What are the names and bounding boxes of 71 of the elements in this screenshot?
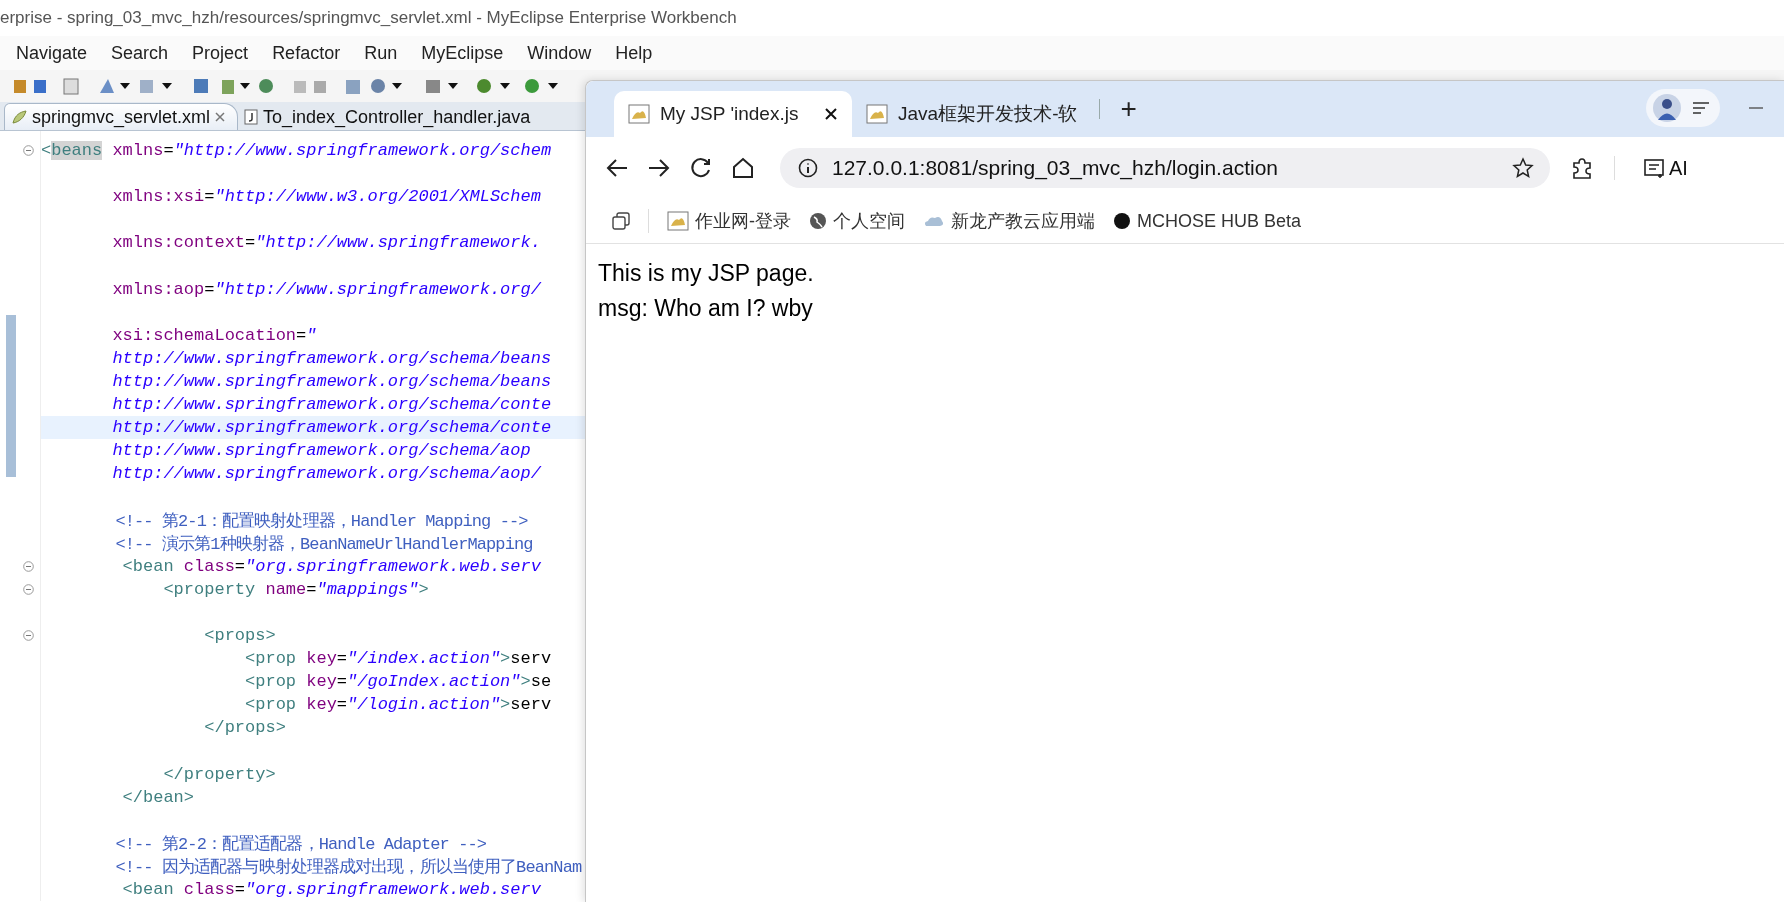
code-line: http://www.springframework.org/schema/aop/ <box>111 464 541 484</box>
code-line: xmlns:context="http://www.springframework. <box>111 233 541 253</box>
menu-item[interactable]: Navigate <box>14 40 90 66</box>
code-line: <!-- 第2-1：配置映射处理器，Handler Mapping --> <box>114 510 528 532</box>
code-line: <props> <box>203 626 276 645</box>
page-text: msg: Who am I? wby <box>598 294 814 323</box>
code-line: http://www.springframework.org/schema/beans <box>111 348 552 368</box>
menu-item[interactable]: Help <box>613 40 655 66</box>
profile-button[interactable] <box>1646 89 1720 127</box>
menu-icon <box>1692 101 1710 115</box>
code-line: <!-- 因为适配器与映射处理器成对出现，所以当使用了BeanNam <box>114 856 582 878</box>
reload-icon[interactable] <box>690 157 712 179</box>
collapse-icon[interactable] <box>23 583 34 595</box>
site-icon <box>866 104 888 124</box>
page-text: This is my JSP page. <box>598 259 815 288</box>
collapse-icon[interactable] <box>23 630 34 641</box>
leaf-icon <box>11 109 27 125</box>
bookmark-link[interactable]: 新龙产教云应用端 <box>923 209 1095 233</box>
new-tab-button[interactable]: + <box>1114 93 1143 125</box>
document-icon <box>1643 157 1665 179</box>
address-bar[interactable]: 127.0.0.1:8081/spring_03_mvc_hzh/login.action <box>780 148 1550 188</box>
code-line: <prop key="/login.action">serv <box>244 695 552 715</box>
code-line: xmlns:aop="http://www.springframework.org/ <box>111 279 541 299</box>
code-line: </property> <box>162 764 276 784</box>
bookmark-link[interactable]: MCHOSE HUB Beta <box>1113 210 1302 232</box>
code-line: <prop key="/index.action">serv <box>244 649 552 669</box>
menu-item[interactable]: Search <box>109 40 171 66</box>
collapse-icon[interactable] <box>23 560 34 572</box>
menu-item[interactable]: Run <box>362 40 400 66</box>
puzzle-icon[interactable] <box>1570 156 1594 180</box>
code-line: <beans xmlns="http://www.springframework.org/schem <box>41 141 552 161</box>
code-line: xmlns:xsi="http://www.w3.org/2001/XMLSchem <box>111 187 541 207</box>
site-icon <box>628 104 650 124</box>
code-line: <!-- 演示第1种映射器，BeanNameUrlHandlerMapping <box>114 533 533 555</box>
browser-tab[interactable]: Java框架开发技术-软 <box>852 91 1092 137</box>
circle-icon <box>1113 212 1131 230</box>
code-line: http://www.springframework.org/schema/aop <box>111 441 531 461</box>
back-icon[interactable] <box>606 158 628 178</box>
browser-tab[interactable]: My JSP 'index.js <box>614 91 852 137</box>
tabs-icon[interactable] <box>612 212 630 230</box>
bookmark-link[interactable]: 作业网-登录 <box>667 209 791 233</box>
menu-item[interactable]: Window <box>525 40 594 66</box>
file-icon <box>244 109 259 125</box>
globe-icon <box>809 212 827 230</box>
code-line: <!-- 第2-2：配置适配器，Handle Adapter --> <box>114 833 487 855</box>
close-icon[interactable] <box>824 107 838 121</box>
code-line: xsi:schemaLocation=" <box>111 325 317 345</box>
code-line: http://www.springframework.org/schema/beans <box>111 372 552 391</box>
editor-tab[interactable]: To_index_Controller_handler.java <box>238 104 543 130</box>
menu-item[interactable]: Project <box>190 40 251 66</box>
editor-tab[interactable]: springmvc_servlet.xml <box>4 103 239 130</box>
star-icon[interactable] <box>1512 157 1534 179</box>
code-line: <prop key="/goIndex.action">se <box>244 672 552 692</box>
bookmark-link[interactable]: 个人空间 <box>809 209 905 233</box>
avatar-icon <box>1652 93 1682 123</box>
info-icon[interactable] <box>798 158 818 178</box>
code-line: <bean class="org.springframework.web.serv <box>121 556 541 576</box>
code-line: </props> <box>203 718 286 738</box>
code-line: <bean class="org.springframework.web.serv <box>121 880 541 900</box>
cloud-icon <box>923 214 945 228</box>
collapse-icon[interactable] <box>23 145 34 157</box>
code-line: <property name="mappings"> <box>162 579 429 599</box>
code-line: http://www.springframework.org/schema/conte <box>111 395 552 415</box>
code-line: </bean> <box>121 787 195 807</box>
ai-button[interactable]: AI <box>1643 156 1688 180</box>
menu-item[interactable]: MyEclipse <box>419 40 506 66</box>
site-icon <box>667 211 689 231</box>
forward-icon[interactable] <box>648 158 670 178</box>
code-line: http://www.springframework.org/schema/conte <box>111 418 552 438</box>
home-icon[interactable] <box>732 157 754 179</box>
menu-item[interactable]: Refactor <box>270 40 343 66</box>
